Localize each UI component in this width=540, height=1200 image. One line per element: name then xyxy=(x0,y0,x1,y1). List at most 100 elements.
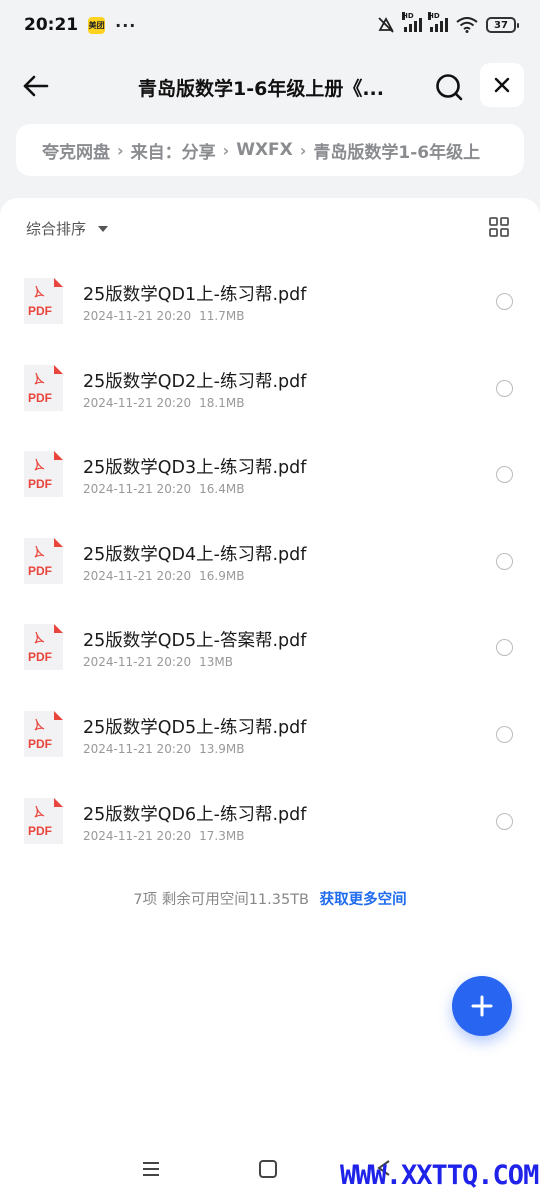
select-checkbox[interactable] xyxy=(496,552,513,570)
pdf-file-icon: PDF xyxy=(24,364,63,411)
storage-summary: 7项 剩余可用空间11.35TB xyxy=(133,892,310,908)
file-row[interactable]: PDF 25版数学QD1上-练习帮.pdf 2024-11-21 20:20 11… xyxy=(0,258,540,345)
search-icon xyxy=(436,74,463,101)
select-checkbox[interactable] xyxy=(496,725,513,743)
file-meta: 2024-11-21 20:20 11.7MB xyxy=(83,309,244,323)
caret-down-icon xyxy=(98,225,109,232)
meituan-app-icon: 美团 xyxy=(88,16,106,34)
pdf-label: PDF xyxy=(28,477,52,491)
file-meta: 2024-11-21 20:20 13MB xyxy=(83,655,233,669)
back-button[interactable] xyxy=(20,70,52,102)
file-row[interactable]: PDF 25版数学QD5上-练习帮.pdf 2024-11-21 20:20 13… xyxy=(0,691,540,778)
file-size: 13MB xyxy=(199,655,233,670)
sort-dropdown[interactable]: 综合排序 xyxy=(26,218,109,239)
file-size: 18.1MB xyxy=(199,395,245,410)
breadcrumb-item-root[interactable]: 夸克网盘 xyxy=(42,138,110,163)
pdf-file-icon: PDF xyxy=(24,624,63,671)
search-button[interactable] xyxy=(432,70,466,104)
file-date: 2024-11-21 20:20 xyxy=(83,482,192,497)
file-size: 11.7MB xyxy=(199,309,245,323)
file-list: PDF 25版数学QD1上-练习帮.pdf 2024-11-21 20:20 11… xyxy=(0,258,540,864)
hd-label-2: HD xyxy=(428,12,440,20)
file-meta: 2024-11-21 20:20 13.9MB xyxy=(83,742,244,756)
file-row[interactable]: PDF 25版数学QD3上-练习帮.pdf 2024-11-21 20:20 16… xyxy=(0,431,540,518)
file-date: 2024-11-21 20:20 xyxy=(83,568,192,583)
pdf-label: PDF xyxy=(28,824,52,838)
pdf-label: PDF xyxy=(28,564,52,578)
watermark: WWW.XXTTQ.COM xyxy=(340,1160,539,1191)
file-meta: 2024-11-21 20:20 16.4MB xyxy=(83,482,244,496)
file-size: 17.3MB xyxy=(199,828,245,843)
file-meta: 2024-11-21 20:20 18.1MB xyxy=(83,396,244,410)
add-button[interactable] xyxy=(452,976,512,1036)
select-checkbox[interactable] xyxy=(496,293,513,310)
file-date: 2024-11-21 20:20 xyxy=(83,741,192,756)
page-title: 青岛版数学1-6年级上册《... xyxy=(138,78,384,100)
file-name: 25版数学QD5上-练习帮.pdf xyxy=(83,717,307,738)
file-size: 16.9MB xyxy=(199,568,245,583)
status-icons: HD HD 37 xyxy=(376,12,519,34)
wifi-icon xyxy=(456,17,478,33)
status-bar: 20:21 美团 ··· HD HD 37 xyxy=(0,0,540,50)
file-panel: 综合排序 PDF 25版数学QD1上-练习帮.pdf 2024-11-21 20… xyxy=(0,198,540,1200)
file-name: 25版数学QD6上-练习帮.pdf xyxy=(83,804,307,825)
sort-label: 综合排序 xyxy=(26,220,87,238)
file-name: 25版数学QD3上-练习帮.pdf xyxy=(83,458,307,479)
battery-level: 37 xyxy=(494,19,508,31)
file-row[interactable]: PDF 25版数学QD5上-答案帮.pdf 2024-11-21 20:20 13… xyxy=(0,604,540,691)
breadcrumb-separator: › xyxy=(222,140,230,160)
hd-label: HD xyxy=(402,12,414,20)
get-more-space-link[interactable]: 获取更多空间 xyxy=(320,892,407,908)
breadcrumb-item-wxfx[interactable]: WXFX xyxy=(236,140,293,160)
select-checkbox[interactable] xyxy=(496,639,513,657)
pdf-label: PDF xyxy=(28,304,52,318)
pdf-label: PDF xyxy=(28,650,52,664)
pdf-file-icon: PDF xyxy=(24,797,63,844)
file-date: 2024-11-21 20:20 xyxy=(83,309,192,323)
signal-icon: HD xyxy=(402,12,422,32)
grid-view-button[interactable] xyxy=(488,216,510,238)
breadcrumb-item-share[interactable]: 来自：分享 xyxy=(131,138,216,163)
pdf-file-icon: PDF xyxy=(24,451,63,498)
pdf-file-icon: PDF xyxy=(24,278,63,324)
status-time: 20:21 xyxy=(24,15,79,35)
file-row[interactable]: PDF 25版数学QD6上-练习帮.pdf 2024-11-21 20:20 17… xyxy=(0,778,540,865)
file-size: 13.9MB xyxy=(199,741,245,756)
plus-icon xyxy=(471,995,493,1017)
header: 青岛版数学1-6年级上册《... xyxy=(0,58,540,114)
signal-icon-2: HD xyxy=(428,12,448,32)
breadcrumb-item-current: 青岛版数学1-6年级上 xyxy=(313,142,481,163)
file-date: 2024-11-21 20:20 xyxy=(83,395,192,410)
file-size: 16.4MB xyxy=(199,482,245,497)
file-meta: 2024-11-21 20:20 16.9MB xyxy=(83,569,244,583)
arrow-left-icon xyxy=(23,75,49,97)
close-icon xyxy=(494,77,510,93)
select-checkbox[interactable] xyxy=(496,466,513,484)
vibrate-off-icon xyxy=(378,17,394,33)
pdf-file-icon: PDF xyxy=(24,537,63,584)
grid-icon xyxy=(489,217,509,237)
battery-icon: 37 xyxy=(486,17,519,33)
file-name: 25版数学QD4上-练习帮.pdf xyxy=(83,544,307,565)
select-checkbox[interactable] xyxy=(496,812,513,830)
file-meta: 2024-11-21 20:20 17.3MB xyxy=(83,829,244,843)
file-date: 2024-11-21 20:20 xyxy=(83,828,192,843)
file-date: 2024-11-21 20:20 xyxy=(83,655,192,670)
file-name: 25版数学QD1上-练习帮.pdf xyxy=(83,285,307,305)
file-name: 25版数学QD2上-练习帮.pdf xyxy=(83,371,307,392)
breadcrumb-separator: › xyxy=(117,140,124,160)
file-row[interactable]: PDF 25版数学QD4上-练习帮.pdf 2024-11-21 20:20 16… xyxy=(0,518,540,605)
pdf-file-icon: PDF xyxy=(24,710,63,757)
breadcrumb-separator: › xyxy=(299,140,307,160)
recent-apps-icon[interactable] xyxy=(142,1160,160,1178)
storage-info: 7项 剩余可用空间11.35TB 获取更多空间 xyxy=(0,888,540,909)
file-row[interactable]: PDF 25版数学QD2上-练习帮.pdf 2024-11-21 20:20 18… xyxy=(0,345,540,432)
breadcrumb: 夸克网盘 › 来自：分享 › WXFX › 青岛版数学1-6年级上 xyxy=(16,124,524,176)
pdf-label: PDF xyxy=(28,737,52,751)
more-notifications-icon: ··· xyxy=(115,15,137,35)
pdf-label: PDF xyxy=(28,391,52,405)
file-name: 25版数学QD5上-答案帮.pdf xyxy=(83,631,307,652)
select-checkbox[interactable] xyxy=(496,379,513,397)
home-icon[interactable] xyxy=(259,1160,277,1178)
close-button[interactable] xyxy=(480,63,524,107)
